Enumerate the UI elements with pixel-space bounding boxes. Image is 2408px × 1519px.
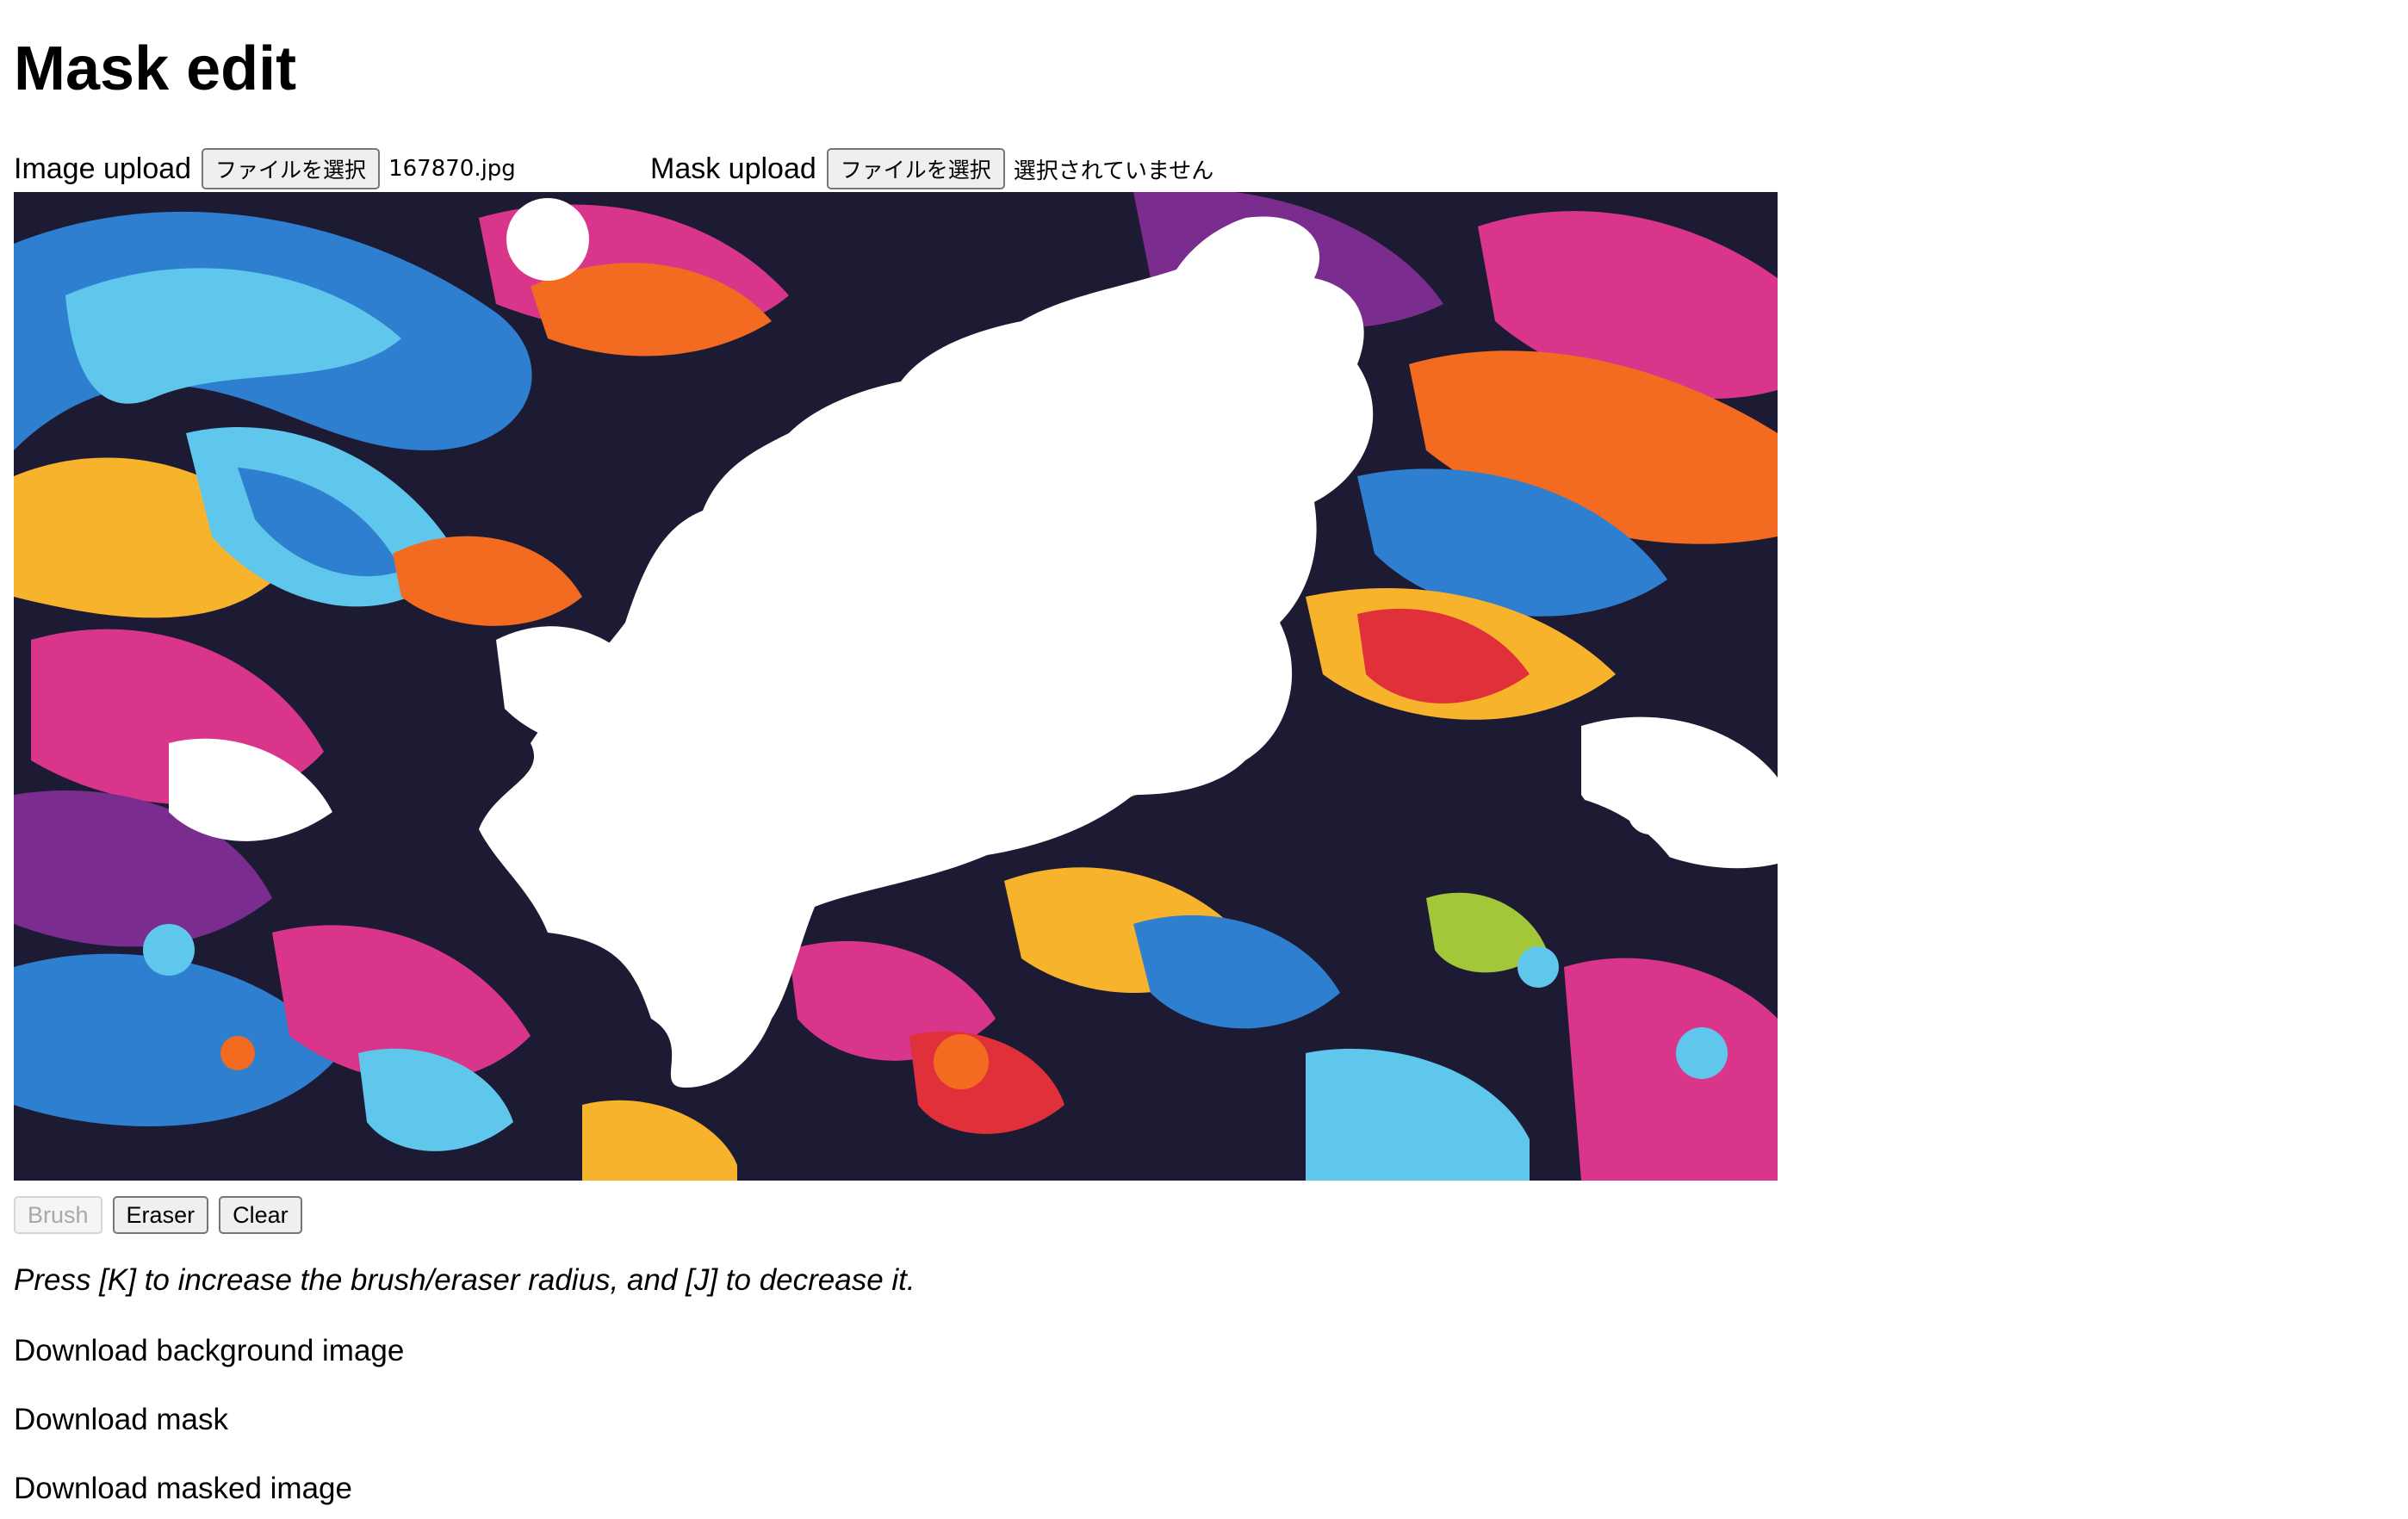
image-file-name: 167870.jpg	[388, 156, 516, 182]
download-background-link[interactable]: Download background image	[14, 1330, 404, 1373]
image-upload-label: Image upload	[14, 152, 192, 185]
mask-drawing-canvas[interactable]	[14, 192, 1778, 1181]
page-title: Mask edit	[14, 34, 297, 103]
brush-button[interactable]: Brush	[14, 1196, 102, 1234]
image-upload-row: Image upload ファイルを選択 167870.jpg	[14, 147, 516, 190]
eraser-button[interactable]: Eraser	[112, 1196, 209, 1234]
image-file-chooser-button[interactable]: ファイルを選択	[202, 148, 381, 189]
mask-edit-page: Mask edit Image upload ファイルを選択 167870.jp…	[0, 0, 2408, 1519]
clear-button[interactable]: Clear	[219, 1196, 302, 1234]
mask-upload-label: Mask upload	[650, 152, 816, 185]
mask-file-name: 選択されていません	[1013, 158, 1214, 184]
download-masked-image-link[interactable]: Download masked image	[14, 1467, 352, 1510]
download-mask-link[interactable]: Download mask	[14, 1398, 228, 1442]
keyboard-hint: Press [K] to increase the brush/eraser r…	[14, 1263, 915, 1297]
tool-button-row: Brush Eraser Clear	[14, 1196, 302, 1234]
mask-file-chooser-button[interactable]: ファイルを選択	[826, 148, 1005, 189]
graffiti-image-with-mask[interactable]	[14, 192, 1778, 1181]
mask-upload-row: Mask upload ファイルを選択 選択されていません	[650, 147, 1213, 190]
